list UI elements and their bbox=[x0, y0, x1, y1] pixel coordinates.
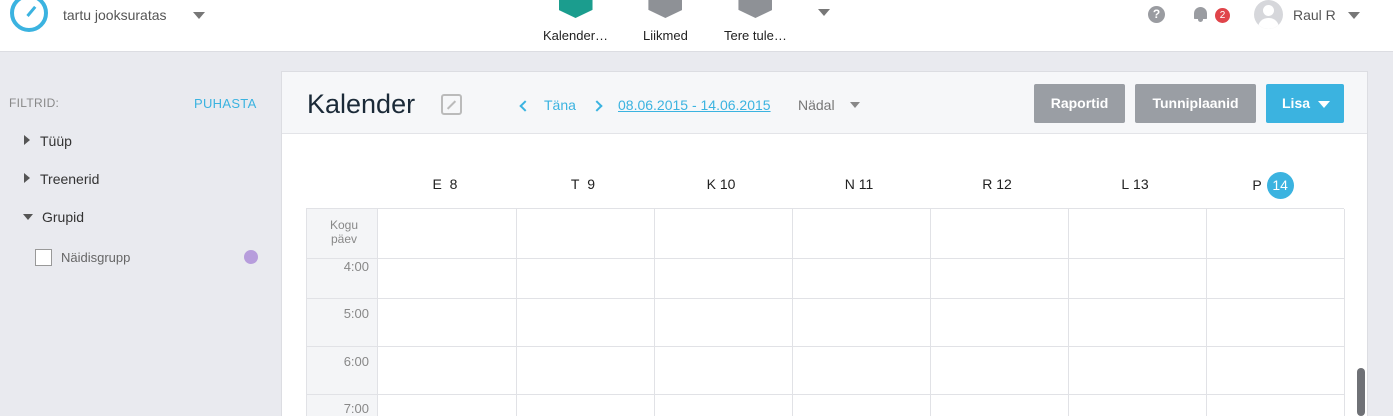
day-header-thu: N 11 bbox=[790, 176, 928, 192]
expand-triangle-icon bbox=[24, 135, 30, 145]
filter-group-type[interactable]: Tüüp bbox=[24, 133, 72, 149]
nav-item-calendar[interactable]: Kalender… bbox=[543, 0, 608, 43]
day-number: 12 bbox=[996, 176, 1012, 192]
day-header-sun: P 14 bbox=[1204, 172, 1342, 199]
day-header-fri: R 12 bbox=[928, 176, 1066, 192]
group-label[interactable]: Näidisgrupp bbox=[61, 250, 130, 265]
chevron-left-icon[interactable] bbox=[519, 100, 531, 112]
grid-row-divider bbox=[307, 298, 1345, 299]
welcome-icon bbox=[738, 0, 773, 18]
day-header-sat: L 13 bbox=[1066, 176, 1204, 192]
hour-label: 7:00 bbox=[343, 401, 369, 416]
calendar-grid: Kogu päev 4:00 5:00 6:00 7:00 bbox=[306, 208, 1345, 416]
page-background bbox=[1368, 52, 1393, 416]
chevron-right-icon[interactable] bbox=[591, 100, 603, 112]
group-checkbox[interactable] bbox=[35, 249, 52, 266]
day-letter: L bbox=[1121, 176, 1130, 192]
nav-item-label: Kalender… bbox=[543, 28, 609, 43]
hour-label: 6:00 bbox=[343, 354, 369, 369]
calendar-icon bbox=[558, 0, 593, 18]
app-switch-chevron-down-icon[interactable] bbox=[193, 12, 205, 19]
schedules-button[interactable]: Tunniplaanid bbox=[1135, 84, 1256, 123]
grid-column-divider bbox=[516, 209, 517, 416]
avatar[interactable] bbox=[1254, 0, 1283, 29]
help-icon[interactable]: ? bbox=[1148, 6, 1165, 23]
filter-group-trainers[interactable]: Treenerid bbox=[24, 171, 99, 187]
app-name[interactable]: tartu jooksuratas bbox=[63, 7, 167, 23]
clear-filters-link[interactable]: PUHASTA bbox=[194, 96, 257, 111]
view-select[interactable]: Nädal bbox=[798, 97, 835, 113]
nav-item-welcome[interactable]: Tere tule… bbox=[724, 0, 787, 43]
grid-row-divider bbox=[307, 346, 1345, 347]
day-number: 9 bbox=[587, 176, 596, 192]
app-logo-icon[interactable] bbox=[10, 0, 48, 32]
day-letter: T bbox=[570, 176, 580, 192]
top-bar: tartu jooksuratas Kalender… Liikmed Tere… bbox=[0, 0, 1393, 52]
day-number: 10 bbox=[719, 176, 736, 192]
collapse-triangle-icon bbox=[23, 214, 33, 220]
day-letter: P bbox=[1252, 177, 1262, 193]
notification-badge[interactable]: 2 bbox=[1215, 8, 1230, 23]
day-header-mon: E 8 bbox=[376, 176, 514, 192]
filter-group-groups[interactable]: Grupid bbox=[23, 209, 84, 225]
day-number: 13 bbox=[1133, 176, 1149, 192]
grid-column-divider bbox=[1206, 209, 1207, 416]
date-range-link[interactable]: 08.06.2015 - 14.06.2015 bbox=[618, 97, 771, 113]
scrollbar-thumb[interactable] bbox=[1357, 368, 1365, 416]
grid-column-divider bbox=[1344, 209, 1345, 416]
day-letter: E bbox=[432, 176, 442, 192]
expand-triangle-icon bbox=[24, 173, 30, 183]
add-chevron-down-icon bbox=[1318, 101, 1330, 108]
nav-item-label: Tere tule… bbox=[724, 28, 787, 43]
add-button[interactable]: Lisa bbox=[1266, 84, 1344, 123]
calendar-toolbar: Kalender Täna 08.06.2015 - 14.06.2015 Nä… bbox=[282, 72, 1367, 134]
group-color-dot bbox=[244, 250, 258, 264]
nav-more-chevron-down-icon[interactable] bbox=[818, 9, 830, 16]
grid-column-divider bbox=[654, 209, 655, 416]
members-icon bbox=[648, 0, 683, 18]
grid-column-divider bbox=[1068, 209, 1069, 416]
user-name[interactable]: Raul R bbox=[1293, 7, 1336, 23]
filter-group-label: Tüüp bbox=[40, 133, 72, 149]
grid-column-divider bbox=[792, 209, 793, 416]
grid-row-divider bbox=[307, 258, 1345, 259]
grid-column-divider bbox=[930, 209, 931, 416]
filter-group-label: Grupid bbox=[42, 209, 85, 225]
nav-item-members[interactable]: Liikmed bbox=[643, 0, 688, 43]
calendar-panel: Kalender Täna 08.06.2015 - 14.06.2015 Nä… bbox=[281, 71, 1368, 416]
allday-label: Kogu päev bbox=[329, 218, 359, 246]
reports-button[interactable]: Raportid bbox=[1034, 84, 1125, 123]
day-letter: K bbox=[706, 176, 716, 192]
view-chevron-down-icon[interactable] bbox=[850, 102, 860, 108]
day-number: 8 bbox=[449, 176, 458, 192]
user-menu-chevron-down-icon[interactable] bbox=[1348, 12, 1360, 19]
day-header-tue: T 9 bbox=[514, 176, 652, 192]
day-letter: R bbox=[982, 176, 993, 192]
nav-item-label: Liikmed bbox=[643, 28, 688, 43]
today-day-number: 14 bbox=[1266, 172, 1294, 199]
day-header-wed: K 10 bbox=[652, 176, 790, 192]
day-letter: N bbox=[844, 176, 855, 192]
grid-column-divider bbox=[377, 209, 378, 416]
grid-row-divider bbox=[307, 394, 1345, 395]
expand-icon[interactable] bbox=[441, 94, 462, 115]
filter-group-label: Treenerid bbox=[40, 171, 100, 187]
hour-label: 4:00 bbox=[343, 259, 369, 274]
hour-label: 5:00 bbox=[343, 306, 369, 321]
filters-label: FILTRID: bbox=[9, 96, 60, 110]
page-title: Kalender bbox=[307, 89, 416, 119]
add-button-label: Lisa bbox=[1282, 95, 1311, 111]
day-number: 11 bbox=[858, 176, 874, 192]
bell-icon[interactable] bbox=[1193, 6, 1208, 22]
today-link[interactable]: Täna bbox=[544, 97, 576, 113]
